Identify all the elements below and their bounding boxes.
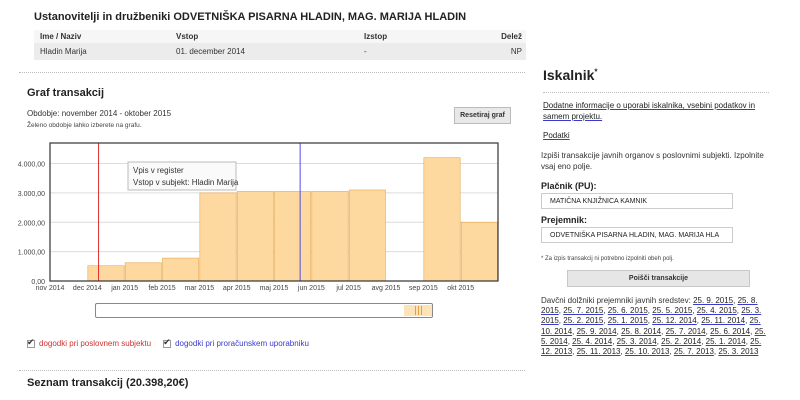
x-tick-label: mar 2015 — [185, 285, 215, 292]
y-tick-label: 1.000,00 — [18, 250, 45, 257]
y-tick-label: 4.000,00 — [18, 162, 45, 169]
x-tick-label: feb 2015 — [148, 285, 175, 292]
owners-table-header: Ime / Naziv Vstop Izstop Delež — [34, 30, 526, 43]
x-tick-label: okt 2015 — [447, 285, 474, 292]
dates-intro: Davčni dolžniki prejemniki javnih sredst… — [541, 296, 691, 305]
graph-hint: Želeno obdobje lahko izberete na grafu. — [27, 122, 142, 129]
recipient-field[interactable]: ODVETNIŠKA PISARNA HLADIN, MAG. MARIJA H… — [541, 227, 733, 243]
date-link[interactable]: 25. 2. 2015 — [563, 316, 603, 325]
header-share: Delež — [501, 32, 522, 41]
search-description: Izpiši transakcije javnih organov s posl… — [541, 151, 764, 171]
x-tick-label: jan 2015 — [110, 285, 138, 292]
chart-bar[interactable] — [348, 189, 386, 282]
date-link[interactable]: 25. 7. 2013 — [674, 347, 714, 356]
y-tick-label: 2.000,00 — [18, 220, 45, 227]
x-tick-label: jul 2015 — [335, 285, 361, 292]
sidebar-title-mark: * — [594, 67, 598, 77]
navigator-grip[interactable] — [415, 306, 416, 315]
x-tick-label: dec 2014 — [73, 285, 102, 292]
date-link[interactable]: 25. 9. 2015 — [693, 296, 733, 305]
search-note: * Za izpis transakcij ni potrebno izpoln… — [541, 256, 674, 262]
reset-graph-button[interactable]: Resetiraj graf — [454, 107, 511, 124]
table-row: Hladin Marija 01. december 2014 - NP — [34, 43, 526, 60]
navigator-grip[interactable] — [418, 306, 419, 315]
date-link[interactable]: 25. 4. 2014 — [572, 337, 612, 346]
x-tick-label: jun 2015 — [297, 285, 325, 292]
date-link[interactable]: 25. 7. 2014 — [666, 327, 706, 336]
date-link[interactable]: 25. 7. 2015 — [563, 306, 603, 315]
date-link[interactable]: 25. 3. 2014 — [617, 337, 657, 346]
date-link[interactable]: 25. 11. 2014 — [701, 316, 745, 325]
search-button[interactable]: Poišči transakcije — [567, 270, 750, 287]
chart-legend: dogodki pri poslovnem subjektu dogodki p… — [27, 337, 309, 348]
x-tick-label: nov 2014 — [36, 285, 65, 292]
y-tick-label: 3.000,00 — [18, 191, 45, 198]
chart-bar[interactable] — [87, 265, 125, 282]
chart-bar[interactable] — [274, 191, 312, 282]
owner-entry-date: 01. december 2014 — [176, 47, 245, 56]
recipient-label: Prejemnik: — [541, 215, 588, 225]
section-divider — [19, 72, 525, 73]
chart-bar[interactable] — [311, 191, 349, 282]
sidebar-divider — [543, 92, 769, 93]
graph-period: Obdobje: november 2014 - oktober 2015 — [27, 109, 172, 118]
owner-exit-date: - — [364, 47, 367, 56]
transactions-chart[interactable]: 0,001.000,002.000,003.000,004.000,00nov … — [0, 136, 525, 296]
chart-bar[interactable] — [124, 262, 162, 282]
owner-name: Hladin Marija — [40, 47, 87, 56]
date-link[interactable]: 25. 4. 2015 — [697, 306, 737, 315]
x-tick-label: avg 2015 — [372, 285, 401, 292]
header-exit: Izstop — [364, 32, 388, 41]
data-link[interactable]: Podatki — [543, 130, 771, 141]
date-link[interactable]: 25. 11. 2013 — [577, 347, 621, 356]
section-divider — [19, 370, 525, 371]
owner-share: NP — [510, 47, 522, 56]
chart-bar[interactable] — [236, 191, 274, 282]
business-events-checkbox[interactable] — [27, 337, 35, 348]
tooltip-line: Vpis v register — [133, 166, 184, 175]
payer-field[interactable]: MATIČNA KNJIŽNICA KAMNIK — [541, 193, 733, 209]
header-name: Ime / Naziv — [40, 32, 82, 41]
date-link[interactable]: 25. 9. 2014 — [577, 327, 617, 336]
date-link[interactable]: 25. 1. 2015 — [608, 316, 648, 325]
date-link[interactable]: 25. 5. 2015 — [652, 306, 692, 315]
tax-debtor-dates: Davčni dolžniki prejemniki javnih sredst… — [541, 296, 766, 357]
x-tick-label: apr 2015 — [223, 285, 251, 292]
budget-user-events-checkbox[interactable] — [163, 337, 172, 348]
date-link[interactable]: 25. 6. 2015 — [608, 306, 648, 315]
navigator-grip[interactable] — [421, 306, 422, 315]
chart-bar[interactable] — [460, 221, 498, 282]
date-link[interactable]: 25. 10. 2013 — [625, 347, 669, 356]
chart-bar[interactable] — [162, 257, 200, 282]
sidebar-title-text: Iskalnik — [543, 67, 595, 83]
graph-title: Graf transakcij — [27, 87, 105, 99]
transactions-title: Seznam transakcij (20.398,20€) — [27, 377, 189, 389]
x-tick-label: maj 2015 — [260, 285, 289, 292]
budget-user-events-label[interactable]: dogodki pri proračunskem uporabniku — [175, 339, 309, 348]
date-link[interactable]: 25. 6. 2014 — [710, 327, 750, 336]
chart-bar[interactable] — [199, 192, 237, 282]
owners-title: Ustanovitelji in družbeniki ODVETNIŠKA P… — [34, 11, 467, 23]
owners-table: Ime / Naziv Vstop Izstop Delež Hladin Ma… — [34, 30, 526, 60]
info-link[interactable]: Dodatne informacije o uporabi iskalnika,… — [543, 100, 771, 122]
date-link[interactable]: 25. 12. 2014 — [652, 316, 696, 325]
payer-label: Plačnik (PU): — [541, 181, 597, 191]
sidebar-title: Iskalnik* — [543, 67, 598, 83]
tooltip-line: Vstop v subjekt: Hladin Marija — [133, 178, 239, 187]
date-link[interactable]: 25. 1. 2014 — [706, 337, 746, 346]
chart-bar[interactable] — [423, 157, 461, 282]
range-navigator[interactable] — [95, 303, 433, 318]
business-events-label[interactable]: dogodki pri poslovnem subjektu — [39, 339, 151, 348]
header-entry: Vstop — [176, 32, 199, 41]
date-link[interactable]: 25. 8. 2014 — [621, 327, 661, 336]
date-link[interactable]: 25. 3. 2013 — [718, 347, 758, 356]
date-link[interactable]: 25. 2. 2014 — [661, 337, 701, 346]
x-tick-label: sep 2015 — [409, 285, 438, 292]
